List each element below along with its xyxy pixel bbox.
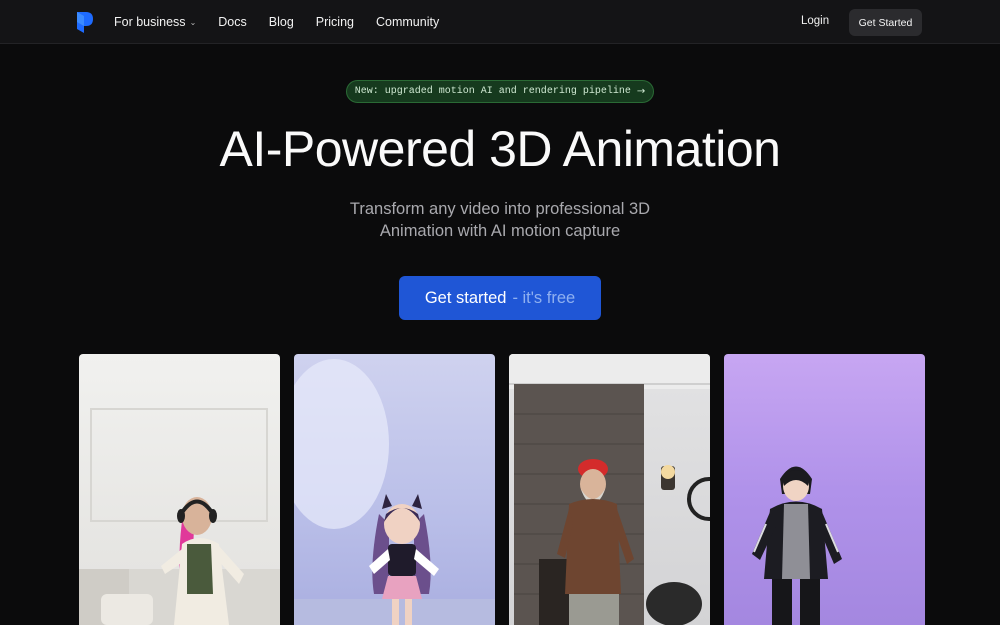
get-started-hero-button[interactable]: Get started - it's free [399, 276, 601, 320]
hero-subtitle-line-2: Animation with AI motion capture [379, 222, 621, 240]
hero-title: AI-Powered 3D Animation [219, 121, 781, 177]
nav-item-label: For business [114, 15, 186, 29]
arrow-right-icon: → [636, 86, 646, 97]
nav-item-community[interactable]: Community [376, 15, 439, 29]
demo-video-card-3[interactable] [509, 354, 710, 625]
nav-item-blog[interactable]: Blog [269, 15, 294, 29]
top-navbar: For business ⌄ Docs Blog Pricing Communi… [0, 0, 1000, 44]
announcement-badge[interactable]: New: upgraded motion AI and rendering pi… [346, 80, 654, 103]
hero-subtitle: Transform any video into professional 3D… [300, 198, 700, 242]
demo-video-anime-girl [294, 359, 495, 625]
demo-video-card-4[interactable] [724, 354, 925, 625]
chevron-down-icon: ⌄ [189, 17, 197, 27]
brand-logo-icon[interactable] [75, 10, 95, 35]
announcement-text: New: upgraded motion AI and rendering pi… [354, 86, 631, 97]
hero-subtitle-line-1: Transform any video into professional 3D [349, 200, 651, 218]
login-link[interactable]: Login [801, 15, 829, 27]
demo-video-woman-headphones [79, 408, 280, 625]
nav-links: For business ⌄ Docs Blog Pricing Communi… [114, 0, 461, 44]
nav-item-pricing[interactable]: Pricing [316, 15, 354, 29]
cta-main-label: Get started [424, 288, 507, 307]
nav-item-for-business[interactable]: For business ⌄ [114, 15, 196, 29]
get-started-nav-button[interactable]: Get Started [849, 9, 922, 36]
demo-video-card-1[interactable] [79, 354, 280, 625]
nav-item-docs[interactable]: Docs [218, 15, 246, 29]
demo-video-card-2[interactable] [294, 354, 495, 625]
demo-video-man-red-beanie [509, 354, 710, 625]
cta-sub-label: - it's free [512, 288, 576, 307]
demo-video-anime-boy [752, 466, 842, 625]
